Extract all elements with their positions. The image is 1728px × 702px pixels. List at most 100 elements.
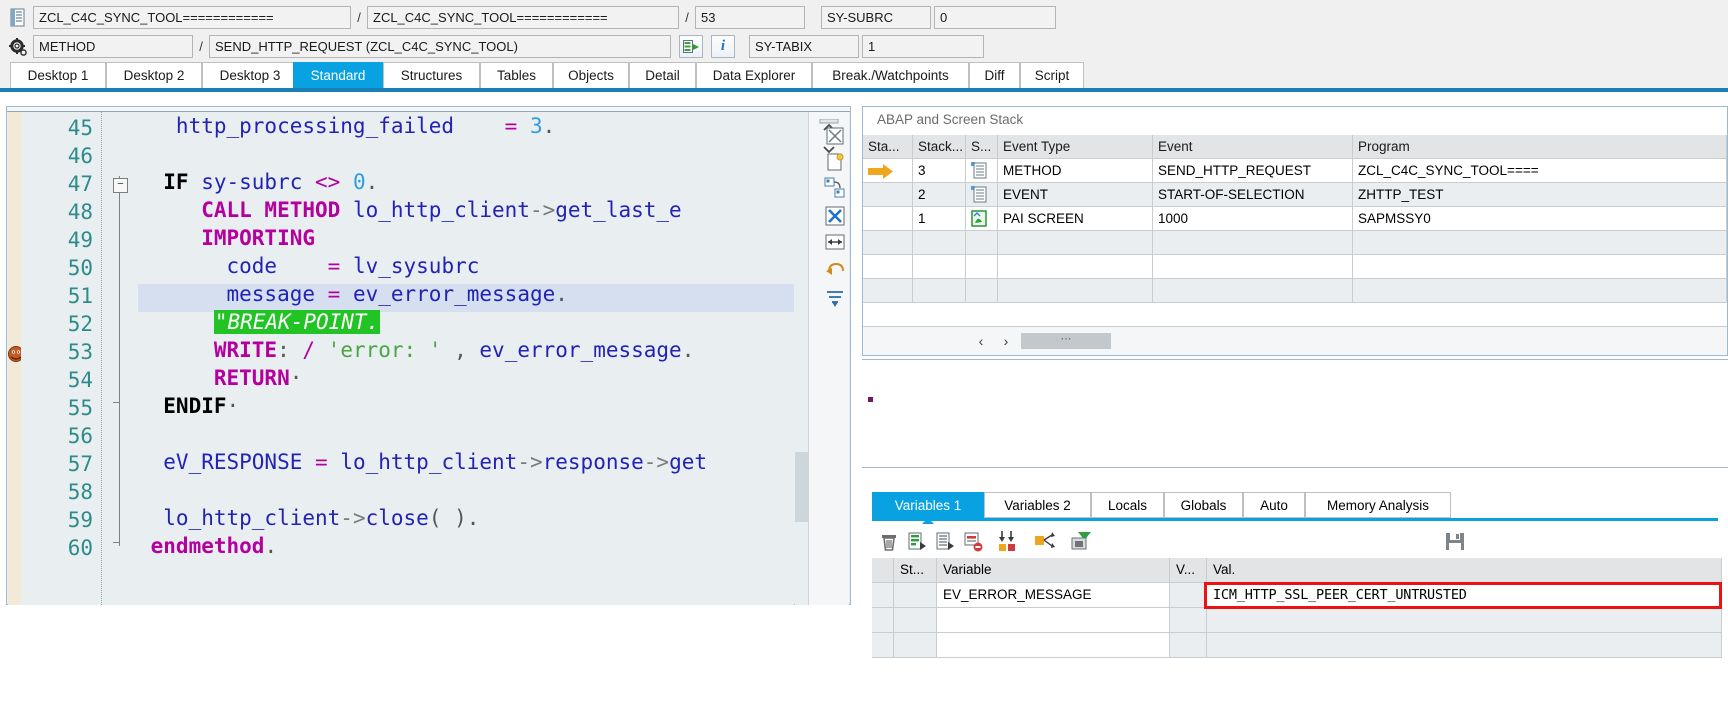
code-line[interactable]: lo_http_client->close( ).: [138, 504, 794, 532]
filter-layout-icon[interactable]: [823, 286, 847, 310]
tab-globals[interactable]: Globals: [1164, 492, 1243, 518]
tab-data-explorer[interactable]: Data Explorer: [696, 62, 812, 88]
tab-detail[interactable]: Detail: [629, 62, 696, 88]
column-header-stack[interactable]: Stack...: [913, 135, 966, 158]
row-variable-cell[interactable]: EV_ERROR_MESSAGE: [937, 583, 1170, 607]
code-line[interactable]: IMPORTING: [138, 224, 794, 252]
tab-variables-1[interactable]: Variables 1: [872, 492, 984, 518]
fold-toggle-icon[interactable]: −: [113, 178, 128, 193]
line-number-field[interactable]: 53: [695, 6, 805, 29]
change-icon[interactable]: [1032, 528, 1058, 554]
stack-table-header: Sta... Stack... S... Event Type Event Pr…: [863, 135, 1727, 159]
table-row[interactable]: 1 PAI SCREEN 1000 SAPMSSY0: [863, 207, 1727, 231]
filter-icon[interactable]: [1068, 528, 1094, 554]
tab-objects[interactable]: Objects: [553, 62, 629, 88]
sy-tabix-value[interactable]: 1: [862, 35, 984, 58]
program-field[interactable]: ZCL_C4C_SYNC_TOOL============: [33, 6, 351, 29]
tab-variables-2[interactable]: Variables 2: [984, 492, 1091, 518]
code-line[interactable]: eV_RESPONSE = lo_http_client->response->…: [138, 448, 794, 476]
tab-desktop-3[interactable]: Desktop 3: [202, 62, 298, 88]
tab-desktop-1[interactable]: Desktop 1: [10, 62, 106, 88]
current-stack-arrow-icon: [868, 163, 894, 182]
column-header-v[interactable]: V...: [1170, 558, 1207, 582]
table-row[interactable]: 3 METHOD SEND_HTTP_REQUEST ZCL_C4C_SYNC_…: [863, 159, 1727, 183]
code-line[interactable]: ENDIF·: [138, 392, 794, 420]
code-vertical-scrollbar[interactable]: [795, 112, 809, 605]
delete-row-icon[interactable]: [960, 528, 986, 554]
code-line[interactable]: endmethod.: [138, 532, 794, 560]
undo-icon[interactable]: [823, 258, 847, 282]
tab-tables[interactable]: Tables: [480, 62, 553, 88]
column-header-event-type[interactable]: Event Type: [998, 135, 1153, 158]
row-value-cell[interactable]: ICM_HTTP_SSL_PEER_CERT_UNTRUSTED: [1207, 583, 1722, 607]
code-line-comment[interactable]: "BREAK-POINT.: [138, 308, 794, 336]
code-text-area[interactable]: http_processing_failed = 3. IF sy-subrc …: [138, 112, 794, 605]
source-code-pane: 45 46 47 48 49 50 51 52 53 54 55 56 57 5…: [6, 106, 851, 605]
tab-break-watchpoints[interactable]: Break./Watchpoints: [812, 62, 969, 88]
resize-handle-dot[interactable]: [868, 397, 873, 402]
code-line[interactable]: RETURN·: [138, 364, 794, 392]
goto-statement-icon[interactable]: [679, 35, 703, 58]
scroll-right-button[interactable]: ›: [996, 331, 1016, 351]
code-line[interactable]: code = lv_sysubrc: [138, 252, 794, 280]
gear-icon: [6, 35, 30, 59]
tab-script[interactable]: Script: [1020, 62, 1084, 88]
close-display-icon[interactable]: [823, 204, 847, 228]
insert-row-icon[interactable]: [932, 528, 958, 554]
column-header-value[interactable]: Val.: [1207, 558, 1722, 582]
delete-all-breakpoints-icon[interactable]: [823, 124, 847, 148]
scrollbar-thumb[interactable]: [795, 452, 809, 522]
table-row[interactable]: [863, 255, 1727, 279]
row-variable-cell[interactable]: [937, 608, 1170, 632]
code-line[interactable]: http_processing_failed = 3.: [138, 112, 794, 140]
tab-structures[interactable]: Structures: [383, 62, 480, 88]
insert-line-icon[interactable]: [904, 528, 930, 554]
separator-slash-1: /: [357, 10, 361, 25]
column-header-event[interactable]: Event: [1153, 135, 1353, 158]
tab-auto[interactable]: Auto: [1243, 492, 1305, 518]
sort-columns-icon[interactable]: [996, 528, 1022, 554]
row-value-cell[interactable]: [1207, 633, 1722, 657]
code-line[interactable]: message = ev_error_message.: [138, 280, 794, 308]
code-line[interactable]: [138, 476, 794, 504]
line-number: 55: [67, 396, 93, 420]
resize-horizontal-icon[interactable]: [823, 230, 847, 254]
table-row[interactable]: EV_ERROR_MESSAGE ICM_HTTP_SSL_PEER_CERT_…: [872, 583, 1722, 608]
code-folding-gutter[interactable]: −: [102, 112, 138, 605]
save-icon[interactable]: [1442, 528, 1468, 554]
table-row[interactable]: [863, 231, 1727, 255]
code-line[interactable]: [138, 140, 794, 168]
table-row[interactable]: [872, 608, 1722, 633]
table-row[interactable]: [863, 279, 1727, 303]
column-header-variable[interactable]: Variable: [937, 558, 1170, 582]
code-line[interactable]: IF sy-subrc <> 0.: [138, 168, 794, 196]
goto-statement-tool-icon[interactable]: [823, 176, 847, 200]
breakpoint-gutter[interactable]: [8, 112, 24, 605]
horizontal-scrollbar-thumb[interactable]: ⋯: [1021, 333, 1111, 349]
tab-memory-analysis[interactable]: Memory Analysis: [1305, 492, 1451, 518]
delete-icon[interactable]: [876, 528, 902, 554]
tab-locals[interactable]: Locals: [1091, 492, 1164, 518]
code-line[interactable]: WRITE: / 'error: ' , ev_error_message.: [138, 336, 794, 364]
row-status-cell: [894, 583, 937, 607]
scroll-left-button[interactable]: ‹: [971, 331, 991, 351]
column-header-status[interactable]: Sta...: [863, 135, 913, 158]
table-row[interactable]: [872, 633, 1722, 658]
column-header-s[interactable]: S...: [966, 135, 998, 158]
new-session-icon[interactable]: [823, 150, 847, 174]
row-variable-cell[interactable]: [937, 633, 1170, 657]
event-name-field[interactable]: SEND_HTTP_REQUEST (ZCL_C4C_SYNC_TOOL): [209, 35, 671, 58]
code-line[interactable]: [138, 420, 794, 448]
column-header-status[interactable]: St...: [894, 558, 937, 582]
table-row[interactable]: 2 EVENT START-OF-SELECTION ZHTTP_TEST: [863, 183, 1727, 207]
info-icon[interactable]: i: [711, 35, 735, 58]
tab-standard[interactable]: Standard: [293, 62, 383, 88]
event-type-field[interactable]: METHOD: [33, 35, 193, 58]
row-value-cell[interactable]: [1207, 608, 1722, 632]
code-line[interactable]: CALL METHOD lo_http_client->get_last_e: [138, 196, 794, 224]
sy-subrc-value[interactable]: 0: [934, 6, 1056, 29]
include-field[interactable]: ZCL_C4C_SYNC_TOOL============: [367, 6, 679, 29]
column-header-program[interactable]: Program: [1353, 135, 1727, 158]
tab-diff[interactable]: Diff: [969, 62, 1020, 88]
tab-desktop-2[interactable]: Desktop 2: [106, 62, 202, 88]
